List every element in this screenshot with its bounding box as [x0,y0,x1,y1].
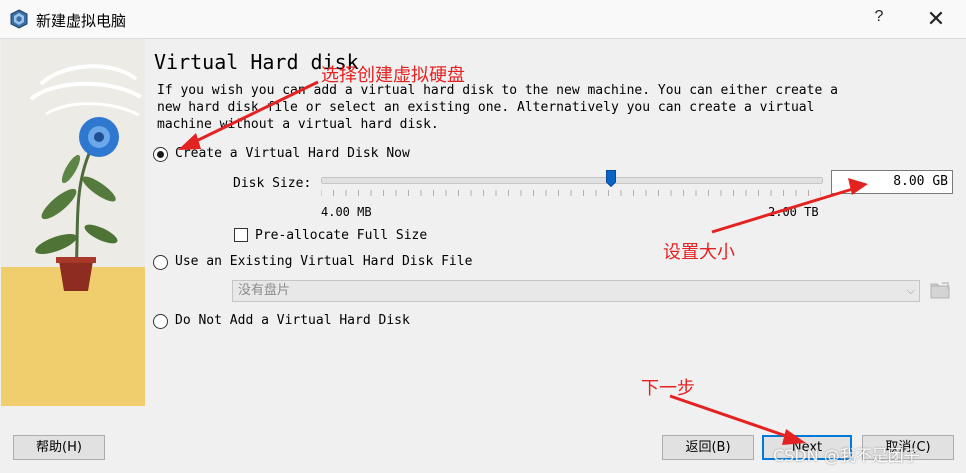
create-disk-label[interactable]: Create a Virtual Hard Disk Now [175,146,410,161]
choose-disk-folder-icon [930,282,950,299]
existing-disk-radio[interactable] [153,255,168,270]
disk-size-input[interactable]: 8.00 GB [831,170,953,194]
disk-size-label: Disk Size: [233,176,312,191]
no-disk-label[interactable]: Do Not Add a Virtual Hard Disk [175,313,410,328]
disk-size-slider-ticks [321,190,821,196]
plant-illustration [29,64,143,291]
window-title: 新建虚拟电脑 [36,12,127,30]
existing-disk-label[interactable]: Use an Existing Virtual Hard Disk File [175,254,472,269]
annotation-next-step: 下一步 [641,378,695,399]
virtualbox-app-icon [10,9,28,29]
watermark: CSDN @我不是团子 [773,446,920,465]
annotation-set-size: 设置大小 [663,242,735,263]
page-description: If you wish you can add a virtual hard d… [157,83,838,132]
preallocate-label[interactable]: Pre-allocate Full Size [255,228,427,243]
help-icon[interactable]: ? [868,8,890,26]
disk-size-slider-thumb[interactable] [606,170,616,187]
preallocate-checkbox[interactable] [234,228,248,242]
back-button[interactable]: 返回(B) [662,435,754,460]
wizard-illustration [1,39,145,406]
no-disk-radio[interactable] [153,314,168,329]
existing-disk-select-value: 没有盘片 [238,283,291,298]
help-button[interactable]: 帮助(H) [13,435,105,460]
chevron-down-icon: ⌵ [906,284,915,297]
existing-disk-select: 没有盘片 ⌵ [232,280,920,302]
title-bar: 新建虚拟电脑 ? ✕ [0,0,966,39]
disk-size-min-label: 4.00 MB [321,205,372,219]
disk-size-max-label: 2.00 TB [768,205,819,219]
create-disk-radio[interactable] [153,147,168,162]
annotation-select-create: 选择创建虚拟硬盘 [321,65,465,86]
disk-size-slider-track[interactable] [321,177,823,184]
close-icon[interactable]: ✕ [918,4,954,34]
